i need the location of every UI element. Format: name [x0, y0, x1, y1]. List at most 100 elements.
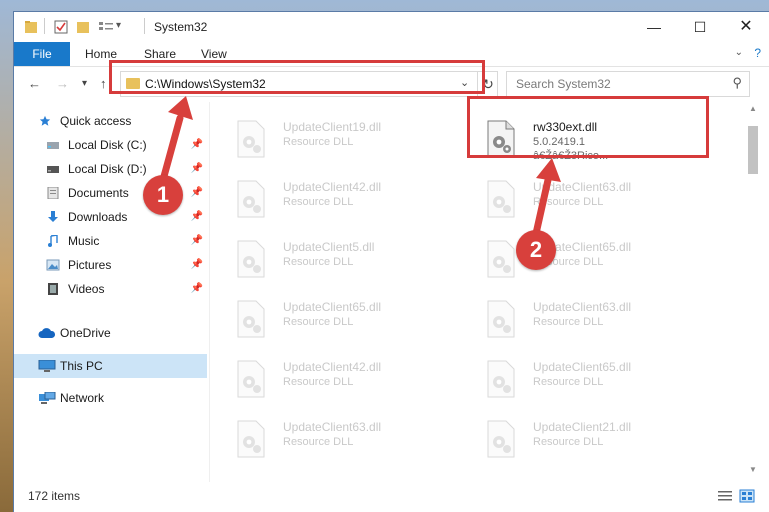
- file-name: UpdateClient42.dll: [283, 360, 382, 374]
- sidebar-item-music[interactable]: Music 📌: [14, 229, 207, 253]
- folder-icon: [25, 21, 37, 33]
- file-item[interactable]: UpdateClient21.dll Resource DLL: [460, 414, 690, 466]
- file-name: UpdateClient21.dll: [533, 420, 632, 434]
- back-arrow-icon[interactable]: ←: [28, 76, 41, 91]
- step-badge-2: 2: [516, 230, 556, 270]
- file-name: UpdateClient5.dll: [283, 240, 375, 254]
- status-bar: 172 items: [14, 482, 769, 512]
- file-item[interactable]: UpdateClient65.dll Resource DLL: [460, 354, 690, 406]
- dll-file-icon: [487, 420, 515, 458]
- title-bar: ▾ System32 — ☐ ✕: [14, 12, 769, 42]
- file-list: UpdateClient19.dll Resource DLL UpdateCl…: [210, 102, 745, 482]
- file-name: UpdateClient65.dll: [533, 360, 632, 374]
- dll-file-icon: [237, 240, 265, 278]
- customize-icon[interactable]: [98, 19, 114, 35]
- file-item[interactable]: UpdateClient63.dll Resource DLL: [210, 414, 440, 466]
- forward-arrow-icon[interactable]: →: [56, 76, 69, 91]
- pin-icon[interactable]: 📌: [191, 229, 203, 253]
- up-arrow-icon[interactable]: ↑: [100, 76, 107, 91]
- quick-access-dropdown-icon[interactable]: ▾: [116, 20, 121, 31]
- sidebar-item-label: Videos: [68, 282, 105, 296]
- close-button[interactable]: ✕: [723, 12, 769, 42]
- computer-icon: [38, 360, 56, 372]
- scroll-up-icon[interactable]: ▲: [749, 104, 757, 113]
- sidebar-item-onedrive[interactable]: OneDrive: [14, 321, 207, 345]
- sidebar-item-quick-access[interactable]: Quick access: [14, 109, 207, 133]
- help-icon[interactable]: ?: [754, 46, 761, 60]
- recent-locations-icon[interactable]: ▾: [82, 78, 87, 89]
- file-type: Resource DLL: [283, 256, 354, 268]
- sidebar-item-local-disk-c[interactable]: Local Disk (C:) 📌: [14, 133, 207, 157]
- sidebar-item-network[interactable]: Network: [14, 386, 207, 410]
- minimize-button[interactable]: —: [631, 12, 677, 42]
- sidebar-item-this-pc[interactable]: This PC: [14, 354, 207, 378]
- file-name: UpdateClient19.dll: [283, 120, 382, 134]
- drive-icon: [47, 142, 59, 149]
- sidebar-item-videos[interactable]: Videos 📌: [14, 277, 207, 301]
- dll-file-icon: [487, 360, 515, 398]
- sidebar-item-label: Documents: [68, 186, 129, 200]
- scroll-down-icon[interactable]: ▼: [749, 465, 757, 474]
- file-type: Resource DLL: [533, 196, 604, 208]
- file-item[interactable]: UpdateClient65.dll Resource DLL: [210, 294, 440, 346]
- large-icons-view-icon[interactable]: [739, 489, 755, 503]
- file-type: Resource DLL: [283, 376, 354, 388]
- file-type: Resource DLL: [283, 196, 354, 208]
- dll-file-icon: [487, 180, 515, 218]
- sidebar-item-local-disk-d[interactable]: Local Disk (D:) 📌: [14, 157, 207, 181]
- sidebar-item-label: Network: [60, 391, 105, 405]
- file-type: Resource DLL: [533, 376, 604, 388]
- details-view-icon[interactable]: [717, 489, 733, 503]
- videos-icon: [48, 283, 58, 295]
- file-type: Resource DLL: [533, 316, 604, 328]
- maximize-button[interactable]: ☐: [677, 12, 723, 42]
- file-item[interactable]: UpdateClient42.dll Resource DLL: [210, 174, 440, 226]
- star-icon: [39, 115, 51, 126]
- drive-icon: [47, 166, 59, 173]
- file-type: Resource DLL: [283, 136, 354, 148]
- pin-icon[interactable]: 📌: [191, 181, 203, 205]
- file-item[interactable]: UpdateClient65.dll Resource DLL: [460, 234, 690, 286]
- file-item[interactable]: UpdateClient63.dll Resource DLL: [460, 294, 690, 346]
- search-icon[interactable]: ⚲: [732, 75, 742, 91]
- dll-file-icon: [237, 180, 265, 218]
- dll-file-icon: [487, 300, 515, 338]
- chevron-down-icon[interactable]: ⌄: [735, 47, 743, 58]
- download-icon: [48, 211, 58, 222]
- sidebar-item-label: Music: [68, 234, 100, 248]
- music-icon: [48, 235, 58, 247]
- search-input[interactable]: Search System32 ⚲: [506, 71, 750, 97]
- sidebar-item-label: OneDrive: [60, 326, 111, 340]
- cloud-icon: [38, 328, 56, 338]
- scroll-thumb[interactable]: [748, 126, 758, 174]
- sidebar-item-downloads[interactable]: Downloads 📌: [14, 205, 207, 229]
- pictures-icon: [46, 259, 60, 271]
- file-name: UpdateClient65.dll: [283, 300, 382, 314]
- step-badge-1: 1: [143, 175, 183, 215]
- pin-icon[interactable]: 📌: [191, 133, 203, 157]
- pin-icon[interactable]: 📌: [191, 157, 203, 181]
- sidebar-item-pictures[interactable]: Pictures 📌: [14, 253, 207, 277]
- tab-file[interactable]: File: [14, 42, 70, 66]
- new-folder-icon[interactable]: [76, 19, 90, 35]
- dll-file-icon: [237, 360, 265, 398]
- pin-icon[interactable]: 📌: [191, 277, 203, 301]
- pin-icon[interactable]: 📌: [191, 205, 203, 229]
- file-type: Resource DLL: [533, 436, 604, 448]
- sidebar-item-label: Local Disk (D:): [68, 162, 147, 176]
- file-item[interactable]: UpdateClient5.dll Resource DLL: [210, 234, 440, 286]
- dll-file-icon: [237, 120, 265, 158]
- file-item[interactable]: UpdateClient42.dll Resource DLL: [210, 354, 440, 406]
- properties-icon[interactable]: [54, 19, 68, 35]
- file-name: UpdateClient42.dll: [283, 180, 382, 194]
- vertical-scrollbar[interactable]: ▲ ▼: [745, 102, 761, 482]
- dll-file-icon: [487, 240, 515, 278]
- dll-file-icon: [237, 300, 265, 338]
- file-item[interactable]: UpdateClient63.dll Resource DLL: [460, 174, 690, 226]
- file-item[interactable]: UpdateClient19.dll Resource DLL: [210, 114, 440, 166]
- sidebar-item-label: This PC: [60, 359, 103, 373]
- window-title: System32: [154, 20, 208, 34]
- search-placeholder: Search System32: [516, 77, 611, 91]
- pin-icon[interactable]: 📌: [191, 253, 203, 277]
- sidebar-item-label: Local Disk (C:): [68, 138, 147, 152]
